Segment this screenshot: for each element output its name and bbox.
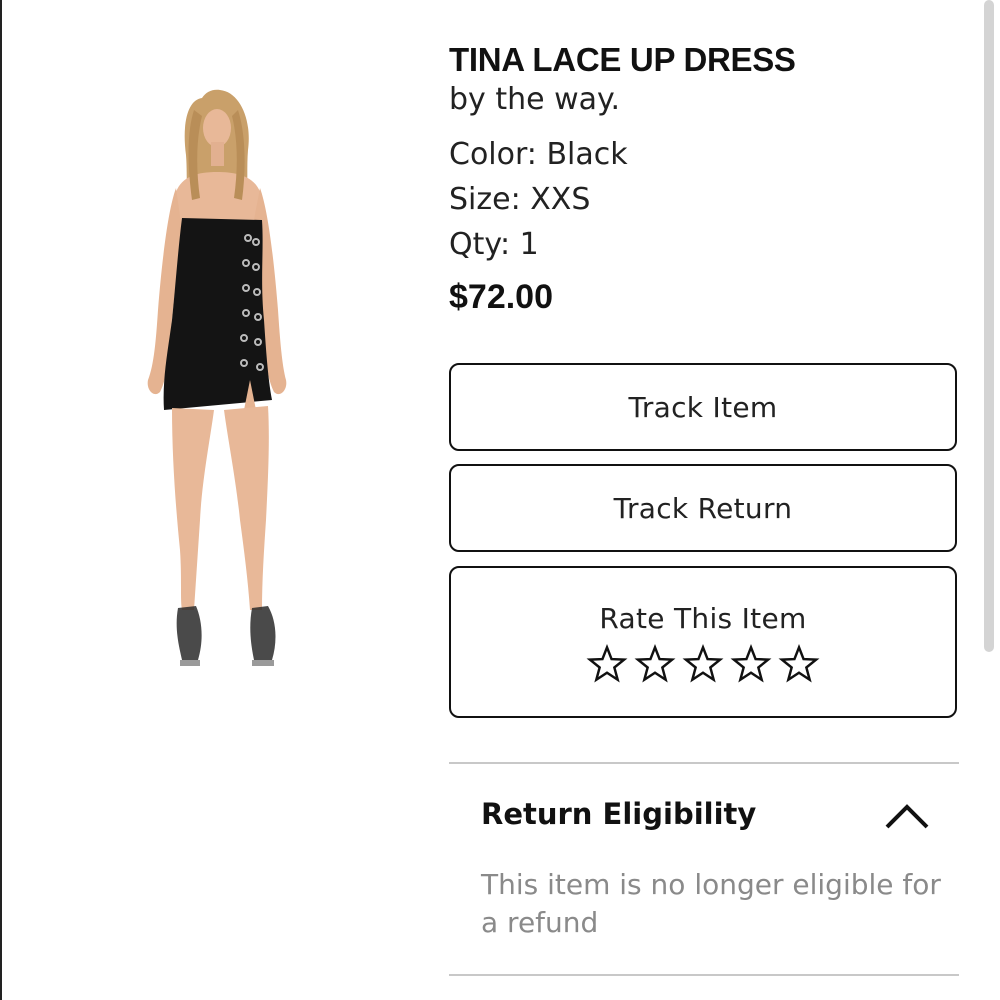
rate-item-box: Rate This Item (449, 566, 957, 718)
star-5-icon[interactable] (778, 643, 820, 685)
section-divider (449, 762, 959, 764)
order-item-detail-page: TINA LACE UP DRESS by the way. Color: Bl… (0, 0, 1000, 1000)
star-1-icon[interactable] (586, 643, 628, 685)
star-rating (586, 643, 820, 685)
star-2-icon[interactable] (634, 643, 676, 685)
rate-item-label: Rate This Item (599, 602, 807, 635)
product-qty: Qty: 1 (449, 227, 539, 262)
track-return-label: Track Return (613, 491, 793, 525)
track-item-label: Track Item (628, 390, 778, 424)
product-info: TINA LACE UP DRESS by the way. Color: Bl… (449, 40, 959, 319)
product-brand[interactable]: by the way. (449, 80, 959, 120)
product-price: $72.00 (449, 278, 553, 316)
star-3-icon[interactable] (682, 643, 724, 685)
section-divider (449, 974, 959, 976)
scrollbar[interactable] (984, 0, 994, 652)
product-title: TINA LACE UP DRESS (449, 41, 796, 78)
return-eligibility-title[interactable]: Return Eligibility (481, 797, 756, 831)
track-return-button[interactable]: Track Return (449, 464, 957, 552)
product-color: Color: Black (449, 137, 628, 172)
product-image[interactable] (132, 80, 302, 690)
star-4-icon[interactable] (730, 643, 772, 685)
chevron-up-icon[interactable] (882, 795, 932, 835)
track-item-button[interactable]: Track Item (449, 363, 957, 451)
product-size: Size: XXS (449, 182, 591, 217)
return-eligibility-message: This item is no longer eligible for a re… (481, 868, 941, 939)
